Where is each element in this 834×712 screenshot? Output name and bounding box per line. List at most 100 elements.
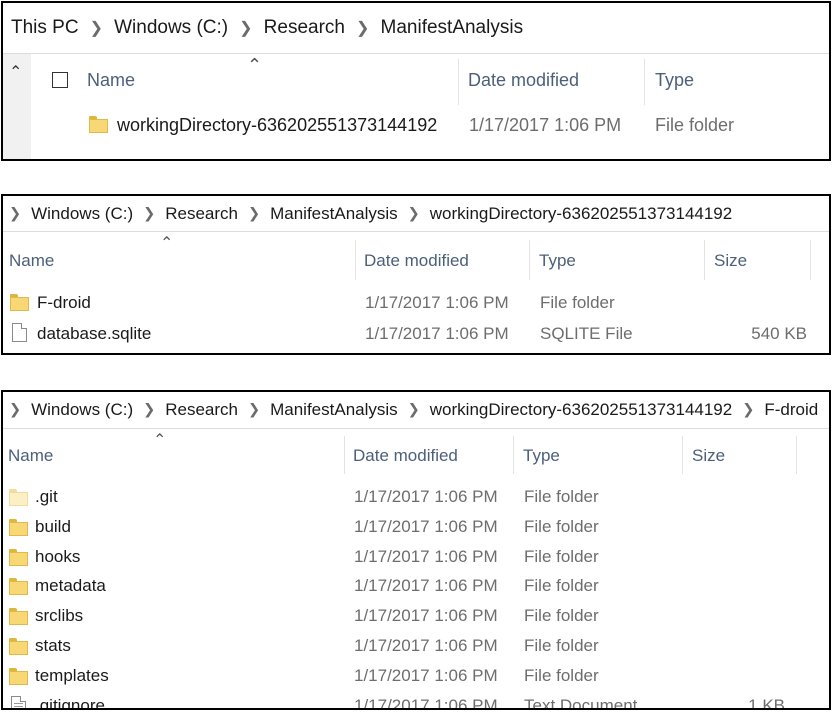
column-header-date[interactable]: Date modified <box>353 446 458 466</box>
folder-icon <box>10 294 29 311</box>
chevron-right-icon[interactable]: ❯ <box>248 206 260 222</box>
column-header-row: Name Date modified Type Size <box>3 444 829 470</box>
date-modified: 1/17/2017 1:06 PM <box>469 115 622 135</box>
folder-icon <box>9 489 28 506</box>
breadcrumb-item[interactable]: Research <box>165 204 238 224</box>
folder-icon <box>9 578 28 595</box>
explorer-panel-1: This PC ❯ Windows (C:) ❯ Research ❯ Mani… <box>1 1 831 161</box>
list-item[interactable]: workingDirectory-636202551373144192 1/17… <box>3 113 829 139</box>
chevron-right-icon[interactable]: ❯ <box>408 402 420 418</box>
list-item[interactable]: srclibs 1/17/2017 1:06 PM File folder <box>3 604 829 630</box>
folder-icon <box>9 668 28 685</box>
column-header-name[interactable]: Name <box>8 446 53 466</box>
file-type: File folder <box>524 487 599 506</box>
folder-icon <box>9 519 28 536</box>
breadcrumb-item[interactable]: Windows (C:) <box>114 17 228 39</box>
file-name: hooks <box>35 547 81 566</box>
column-header-type[interactable]: Type <box>539 251 576 271</box>
breadcrumb-item[interactable]: ManifestAnalysis <box>270 204 398 224</box>
column-divider[interactable] <box>344 436 345 474</box>
list-item[interactable]: hooks 1/17/2017 1:06 PM File folder <box>3 545 829 571</box>
file-size: 540 KB <box>751 324 807 343</box>
list-item[interactable]: database.sqlite 1/17/2017 1:06 PM SQLITE… <box>3 322 829 348</box>
breadcrumb-item[interactable]: Windows (C:) <box>31 400 133 420</box>
breadcrumb-item[interactable]: This PC <box>11 17 79 39</box>
file-type: File folder <box>655 115 735 135</box>
select-all-checkbox[interactable] <box>52 72 68 88</box>
column-header-size[interactable]: Size <box>692 446 725 466</box>
column-divider[interactable] <box>644 59 645 105</box>
folder-icon <box>9 638 28 655</box>
file-name: workingDirectory-636202551373144192 <box>117 115 438 135</box>
list-item[interactable]: build 1/17/2017 1:06 PM File folder <box>3 515 829 541</box>
breadcrumb-item[interactable]: Research <box>264 17 345 39</box>
text-file-icon <box>11 696 26 708</box>
list-item[interactable]: .git 1/17/2017 1:06 PM File folder <box>3 485 829 511</box>
chevron-right-icon[interactable]: ❯ <box>90 18 104 38</box>
column-divider[interactable] <box>355 240 356 280</box>
file-name: .git <box>35 487 58 506</box>
breadcrumb-item[interactable]: F-droid <box>764 400 818 420</box>
file-name: srclibs <box>35 606 84 625</box>
list-item[interactable]: metadata 1/17/2017 1:06 PM File folder <box>3 574 829 600</box>
chevron-right-icon[interactable]: ❯ <box>356 18 370 38</box>
chevron-right-icon[interactable]: ❯ <box>239 18 253 38</box>
list-item[interactable]: .gitignore 1/17/2017 1:06 PM Text Document… <box>3 694 829 710</box>
column-header-date[interactable]: Date modified <box>468 70 579 91</box>
column-divider[interactable] <box>458 59 459 105</box>
chevron-right-icon[interactable]: ❯ <box>408 206 420 222</box>
explorer-panel-2: ❯ Windows (C:) ❯ Research ❯ ManifestAnal… <box>1 194 831 355</box>
file-type: File folder <box>524 547 599 566</box>
date-modified: 1/17/2017 1:06 PM <box>354 606 498 625</box>
file-type: File folder <box>524 606 599 625</box>
column-header-size[interactable]: Size <box>714 251 747 271</box>
breadcrumb-item[interactable]: Research <box>165 400 238 420</box>
column-header-type[interactable]: Type <box>655 70 694 91</box>
breadcrumb: ❯ Windows (C:) ❯ Research ❯ ManifestAnal… <box>3 196 829 232</box>
file-type: File folder <box>540 293 615 312</box>
list-item[interactable]: templates 1/17/2017 1:06 PM File folder <box>3 664 829 690</box>
folder-icon <box>9 549 28 566</box>
chevron-right-icon[interactable]: ❯ <box>143 402 155 418</box>
file-size: 1 KB <box>748 696 785 710</box>
date-modified: 1/17/2017 1:06 PM <box>354 517 498 536</box>
list-item[interactable]: stats 1/17/2017 1:06 PM File folder <box>3 634 829 660</box>
explorer-panel-3: ❯ Windows (C:) ❯ Research ❯ ManifestAnal… <box>1 390 831 710</box>
date-modified: 1/17/2017 1:06 PM <box>365 324 509 343</box>
folder-icon <box>9 608 28 625</box>
date-modified: 1/17/2017 1:06 PM <box>354 666 498 685</box>
chevron-right-icon[interactable]: ❯ <box>742 402 754 418</box>
file-type: Text Document <box>524 696 638 710</box>
column-divider[interactable] <box>704 240 705 280</box>
chevron-right-icon[interactable]: ❯ <box>9 206 21 222</box>
breadcrumb-item[interactable]: Windows (C:) <box>31 204 133 224</box>
file-name: metadata <box>35 576 106 595</box>
file-type: File folder <box>524 576 599 595</box>
column-divider[interactable] <box>513 436 514 474</box>
file-name: database.sqlite <box>37 324 152 343</box>
file-name: build <box>35 517 71 536</box>
breadcrumb-item[interactable]: ManifestAnalysis <box>381 17 524 39</box>
file-name: templates <box>35 666 109 685</box>
breadcrumb-item[interactable]: workingDirectory-636202551373144192 <box>430 204 732 224</box>
column-header-row: Name Date modified Type Size <box>3 248 829 274</box>
chevron-right-icon[interactable]: ❯ <box>248 402 260 418</box>
column-divider[interactable] <box>529 240 530 280</box>
date-modified: 1/17/2017 1:06 PM <box>354 636 498 655</box>
column-header-type[interactable]: Type <box>523 446 560 466</box>
file-name: .gitignore <box>35 696 105 710</box>
column-divider[interactable] <box>682 436 683 474</box>
column-divider[interactable] <box>810 240 811 280</box>
column-divider[interactable] <box>796 436 797 474</box>
column-header-date[interactable]: Date modified <box>364 251 469 271</box>
chevron-right-icon[interactable]: ❯ <box>143 206 155 222</box>
file-type: File folder <box>524 666 599 685</box>
breadcrumb-item[interactable]: workingDirectory-636202551373144192 <box>430 400 732 420</box>
breadcrumb-item[interactable]: ManifestAnalysis <box>270 400 398 420</box>
date-modified: 1/17/2017 1:06 PM <box>354 576 498 595</box>
column-header-name[interactable]: Name <box>87 70 135 91</box>
folder-icon <box>89 116 108 133</box>
list-item[interactable]: F-droid 1/17/2017 1:06 PM File folder <box>3 291 829 317</box>
column-header-name[interactable]: Name <box>9 251 54 271</box>
chevron-right-icon[interactable]: ❯ <box>9 402 21 418</box>
